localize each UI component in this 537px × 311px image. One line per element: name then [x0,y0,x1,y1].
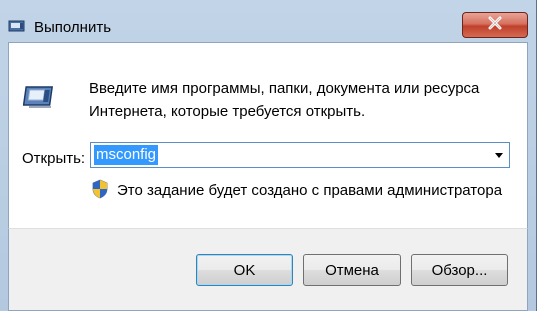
description-line-2: Интернета, которые требуется открыть. [89,103,366,120]
run-app-icon [8,19,26,33]
title-bar[interactable]: Выполнить [0,0,537,40]
description-line-1: Введите имя программы, папки, документа … [89,80,480,97]
run-dialog-icon [22,81,59,111]
dialog-body: Введите имя программы, папки, документа … [8,42,528,228]
run-dialog: Выполнить Введите имя программы, папки, … [0,0,537,311]
button-bar: OK Отмена Обзор... [8,228,528,311]
open-input-value[interactable]: msconfig [94,145,159,165]
window-title: Выполнить [34,19,112,36]
description-text: Введите имя программы, папки, документа … [89,77,479,123]
close-button[interactable] [462,12,528,38]
chevron-down-icon[interactable] [495,153,503,158]
open-label: Открыть: [22,150,86,167]
uac-shield-icon [91,179,109,199]
open-combobox[interactable]: msconfig [90,142,510,168]
close-icon [487,16,503,35]
ok-button[interactable]: OK [196,254,293,286]
cancel-button[interactable]: Отмена [303,254,401,286]
admin-note: Это задание будет создано с правами адми… [117,182,503,199]
browse-button[interactable]: Обзор... [411,254,508,286]
